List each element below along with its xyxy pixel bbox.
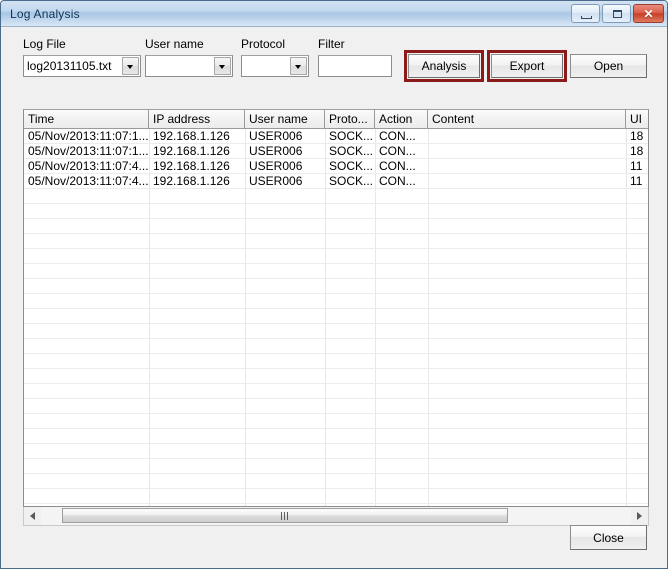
scrollbar-grip-icon — [281, 512, 289, 520]
user-name-combo[interactable] — [145, 55, 233, 77]
client-area: Log File User name Protocol Filter log20… — [2, 27, 666, 567]
table-row-empty — [24, 429, 648, 444]
cell-protocol: SOCK... — [329, 159, 374, 173]
user-name-label: User name — [145, 37, 204, 51]
table-header-row: Time IP address User name Proto... Action Con… — [24, 110, 648, 129]
cell-content — [428, 129, 626, 144]
column-header-content[interactable]: Content — [428, 110, 626, 129]
cell-ip: 192.168.1.126 — [153, 144, 230, 158]
log-file-label: Log File — [23, 37, 66, 51]
log-file-combo[interactable]: log20131105.txt — [23, 55, 141, 77]
close-button[interactable]: Close — [570, 525, 647, 550]
column-header-time[interactable]: Time — [24, 110, 149, 129]
protocol-combo[interactable] — [241, 55, 309, 77]
table-row-empty — [24, 324, 648, 339]
column-header-uri[interactable]: UI — [626, 110, 648, 129]
maximize-icon — [613, 10, 622, 18]
table-row-empty — [24, 234, 648, 249]
table-row-empty — [24, 474, 648, 489]
table-row-empty — [24, 459, 648, 474]
close-icon: ✕ — [643, 6, 654, 21]
table-row-empty — [24, 354, 648, 369]
table-row-empty — [24, 399, 648, 414]
log-table[interactable]: Time IP address User name Proto... Action Con… — [23, 109, 649, 507]
analysis-button[interactable]: Analysis — [408, 54, 480, 78]
column-header-action[interactable]: Action — [375, 110, 428, 129]
cell-content — [428, 144, 626, 159]
minimize-button[interactable] — [571, 4, 600, 23]
chevron-down-icon[interactable] — [290, 57, 307, 75]
table-row-empty — [24, 489, 648, 504]
table-row-empty — [24, 219, 648, 234]
table-row[interactable]: 05/Nov/2013:11:07:4... 192.168.1.126 USER0… — [24, 159, 648, 174]
cell-ip: 192.168.1.126 — [153, 159, 230, 173]
scrollbar-track[interactable] — [41, 507, 631, 525]
table-body[interactable]: 05/Nov/2013:11:07:1... 192.168.1.126 USER0… — [24, 129, 648, 506]
cell-action: CON... — [379, 144, 416, 158]
table-row-empty — [24, 369, 648, 384]
log-file-value: log20131105.txt — [27, 59, 112, 73]
cell-content — [428, 174, 626, 189]
cell-time: 05/Nov/2013:11:07:1... — [28, 144, 149, 158]
scroll-left-arrow-icon[interactable] — [24, 507, 41, 524]
cell-ip: 192.168.1.126 — [153, 174, 230, 188]
title-bar[interactable]: Log Analysis ✕ — [1, 1, 667, 27]
cell-uri: 18 — [630, 144, 644, 158]
table-row-empty — [24, 249, 648, 264]
cell-uri: 11 — [630, 159, 643, 173]
cell-time: 05/Nov/2013:11:07:4... — [28, 174, 149, 188]
chevron-down-icon[interactable] — [122, 57, 139, 75]
cell-action: CON... — [379, 129, 416, 143]
log-analysis-window: Log Analysis ✕ Log File User name Protoc… — [0, 0, 668, 569]
open-button[interactable]: Open — [570, 54, 647, 78]
table-row-empty — [24, 279, 648, 294]
cell-user: USER006 — [249, 174, 303, 188]
maximize-button[interactable] — [602, 4, 631, 23]
table-row-empty — [24, 204, 648, 219]
cell-uri: 11 — [630, 174, 643, 188]
cell-action: CON... — [379, 174, 416, 188]
table-row-empty — [24, 294, 648, 309]
column-header-user[interactable]: User name — [245, 110, 325, 129]
cell-content — [428, 159, 626, 174]
table-row-empty — [24, 189, 648, 204]
cell-time: 05/Nov/2013:11:07:4... — [28, 159, 149, 173]
cell-protocol: SOCK... — [329, 174, 374, 188]
cell-protocol: SOCK... — [329, 129, 374, 143]
filter-label: Filter — [318, 37, 345, 51]
cell-action: CON... — [379, 159, 416, 173]
chevron-down-icon[interactable] — [214, 57, 231, 75]
table-row[interactable]: 05/Nov/2013:11:07:1... 192.168.1.126 USER0… — [24, 129, 648, 144]
cell-time: 05/Nov/2013:11:07:1... — [28, 129, 149, 143]
close-window-button[interactable]: ✕ — [633, 4, 664, 23]
cell-user: USER006 — [249, 129, 303, 143]
cell-user: USER006 — [249, 159, 303, 173]
cell-user: USER006 — [249, 144, 303, 158]
cell-uri: 18 — [630, 129, 644, 143]
protocol-label: Protocol — [241, 37, 286, 51]
table-row-empty — [24, 444, 648, 459]
scrollbar-thumb[interactable] — [62, 508, 508, 523]
column-header-protocol[interactable]: Proto... — [325, 110, 375, 129]
minimize-icon — [581, 16, 592, 19]
cell-ip: 192.168.1.126 — [153, 129, 230, 143]
table-row-empty — [24, 264, 648, 279]
column-header-ip[interactable]: IP address — [149, 110, 245, 129]
export-button[interactable]: Export — [491, 54, 563, 78]
table-row-empty — [24, 384, 648, 399]
table-row[interactable]: 05/Nov/2013:11:07:1... 192.168.1.126 USER0… — [24, 144, 648, 159]
table-row-empty — [24, 309, 648, 324]
filter-input[interactable] — [318, 55, 392, 77]
horizontal-scrollbar[interactable] — [23, 507, 649, 526]
table-row-empty — [24, 414, 648, 429]
window-title: Log Analysis — [10, 7, 80, 21]
table-row[interactable]: 05/Nov/2013:11:07:4... 192.168.1.126 USER0… — [24, 174, 648, 189]
table-row-empty — [24, 339, 648, 354]
cell-protocol: SOCK... — [329, 144, 374, 158]
scroll-right-arrow-icon[interactable] — [631, 507, 648, 524]
